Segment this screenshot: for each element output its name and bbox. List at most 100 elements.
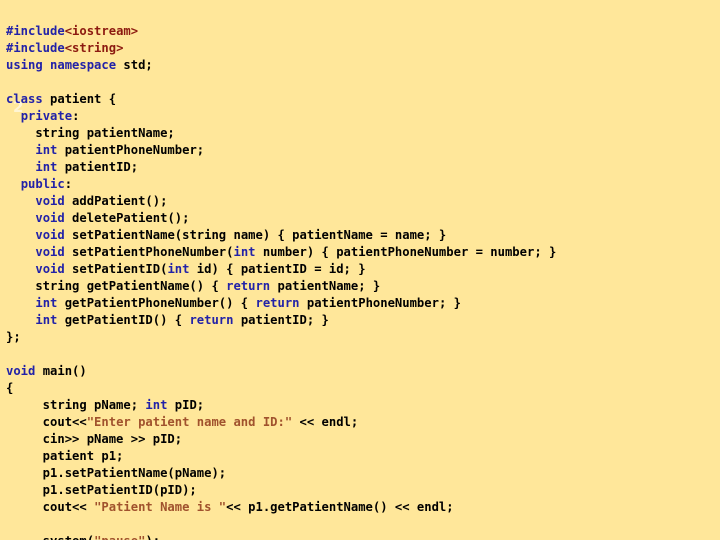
code-line: string getPatientName() { return patient…	[6, 278, 718, 295]
code-token: private	[20, 109, 73, 124]
code-line: p1.setPatientName(pName);	[6, 465, 718, 482]
code-token: int	[35, 296, 58, 311]
code-token: using namespace	[6, 58, 117, 73]
code-line: {	[6, 380, 718, 397]
code-line: cout<< "Patient Name is "<< p1.getPatien…	[6, 499, 718, 516]
code-token: class	[6, 92, 43, 107]
code-token: void	[35, 228, 65, 243]
code-line: cout<<"Enter patient name and ID:" << en…	[6, 414, 718, 431]
code-line: #include<iostream>	[6, 23, 718, 40]
code-token: cin>> pName >> pID;	[6, 432, 183, 447]
code-line: system("pause");	[6, 533, 718, 540]
code-token: pID;	[167, 398, 205, 413]
code-token: p1.setPatientName(pName);	[6, 466, 227, 481]
code-token: deletePatient();	[64, 211, 190, 226]
code-token: int	[35, 143, 58, 158]
code-token: public	[20, 177, 65, 192]
code-token: p1.setPatientID(pID);	[6, 483, 197, 498]
code-token: int	[233, 245, 256, 260]
code-token: system(	[6, 534, 94, 540]
code-line: void addPatient();	[6, 193, 718, 210]
code-token: <string>	[64, 41, 124, 56]
code-token: addPatient();	[64, 194, 168, 209]
code-token: return	[255, 296, 300, 311]
code-token: std;	[116, 58, 153, 73]
code-line: #include<string>	[6, 40, 718, 57]
code-token: main()	[35, 364, 87, 379]
code-line: void setPatientID(int id) { patientID = …	[6, 261, 718, 278]
code-token: patientID;	[57, 160, 139, 175]
code-token: int	[35, 313, 58, 328]
code-token: number) { patientPhoneNumber = number; }	[255, 245, 557, 260]
code-token: string pName;	[6, 398, 146, 413]
code-token: patientPhoneNumber;	[57, 143, 205, 158]
code-token: patientID; }	[233, 313, 329, 328]
code-line: using namespace std;	[6, 57, 718, 74]
code-line: int patientID;	[6, 159, 718, 176]
code-token: "pause"	[94, 534, 145, 540]
code-token: );	[145, 534, 160, 540]
code-token: getPatientID() {	[57, 313, 190, 328]
code-line: int getPatientID() { return patientID; }	[6, 312, 718, 329]
code-token: "Patient Name is "	[94, 500, 227, 515]
code-token: "Enter patient name and ID:"	[86, 415, 293, 430]
code-token: patient {	[42, 92, 117, 107]
code-line: public:	[6, 176, 718, 193]
code-line: void deletePatient();	[6, 210, 718, 227]
code-line: int patientPhoneNumber;	[6, 142, 718, 159]
code-token: :	[72, 109, 80, 124]
code-token: void	[35, 194, 65, 209]
code-line: string pName; int pID;	[6, 397, 718, 414]
code-token: setPatientName(string name) { patientNam…	[64, 228, 447, 243]
code-line: void setPatientPhoneNumber(int number) {…	[6, 244, 718, 261]
code-token: {	[6, 381, 14, 396]
code-token: void	[35, 245, 65, 260]
code-token: cout<<	[6, 415, 87, 430]
code-token: void	[35, 211, 65, 226]
code-line: patient p1;	[6, 448, 718, 465]
code-line: void main()	[6, 363, 718, 380]
code-token: void	[35, 262, 65, 277]
code-token: patientName; }	[270, 279, 381, 294]
code-token: getPatientPhoneNumber() {	[57, 296, 256, 311]
code-token: int	[145, 398, 168, 413]
code-token: return	[226, 279, 271, 294]
code-token: << endl;	[292, 415, 359, 430]
code-token: patient p1;	[6, 449, 124, 464]
code-token: string patientName;	[6, 126, 175, 141]
code-token: #include	[6, 41, 65, 56]
code-line: void setPatientName(string name) { patie…	[6, 227, 718, 244]
code-token: <iostream>	[64, 24, 139, 39]
code-token: };	[6, 330, 21, 345]
code-line: class patient {	[6, 91, 718, 108]
code-line: cin>> pName >> pID;	[6, 431, 718, 448]
code-token: #include	[6, 24, 65, 39]
code-token: id) { patientID = id; }	[189, 262, 366, 277]
code-token: void	[6, 364, 36, 379]
code-line: };	[6, 329, 718, 346]
cpp-code-listing: #include<iostream> #include<string> using …	[6, 23, 718, 540]
code-token: :	[64, 177, 73, 192]
code-token: return	[189, 313, 234, 328]
code-token: patientPhoneNumber; }	[299, 296, 461, 311]
code-token: int	[35, 160, 58, 175]
code-token: cout<<	[6, 500, 95, 515]
code-token: setPatientID(	[64, 262, 168, 277]
code-token: setPatientPhoneNumber(	[64, 245, 234, 260]
code-line: p1.setPatientID(pID);	[6, 482, 718, 499]
code-slide: 2 #include<iostream> #include<string> usin…	[0, 0, 720, 540]
